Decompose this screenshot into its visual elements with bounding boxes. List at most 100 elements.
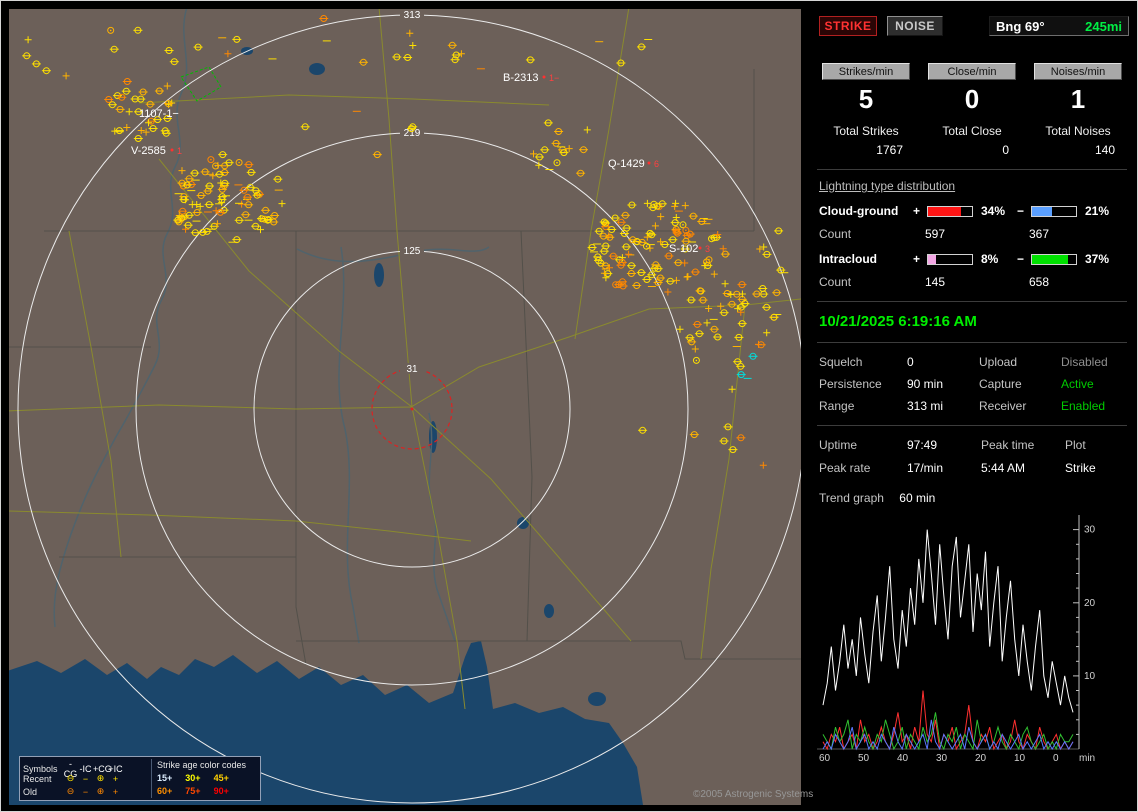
age-code: 30+ — [185, 773, 201, 783]
divider — [817, 425, 1127, 426]
legend-age-section: Strike age color codes 15+ 30+ 45+ 60+ 75+ 9… — [151, 759, 257, 798]
total-noises-label: Total Noises — [1045, 124, 1111, 138]
trend-x-tick: 0 — [1053, 753, 1059, 764]
legend-symbol: + — [112, 786, 119, 797]
svg-text:125: 125 — [404, 246, 421, 257]
rate-col-close: Close/min 0 Total Close 0 — [919, 63, 1025, 157]
total-strikes-value: 1767 — [876, 143, 903, 157]
rate-col-strikes: Strikes/min 5 Total Strikes 1767 — [813, 63, 919, 157]
trend-x-axis-labels: 60 50 40 30 20 10 0 min — [817, 753, 1117, 767]
legend-symbols-section: Symbols -CG -IC +CG +IC Recent ⊖ − ⊕ + Old … — [23, 759, 151, 798]
persistence-label: Persistence — [819, 377, 882, 391]
strike-map[interactable]: 125 219 313 31 B-2313 1− 1107-1− V-2585 1 Q-1429 6… — [9, 9, 801, 805]
minus-sign: − — [1017, 252, 1025, 266]
strikes-per-min-value: 5 — [858, 84, 874, 114]
squelch-value: 0 — [907, 355, 914, 369]
cg-count-label: Count — [819, 227, 852, 241]
svg-text:313: 313 — [404, 10, 421, 21]
rate-col-noises: Noises/min 1 Total Noises 140 — [1025, 63, 1131, 157]
svg-text:1107-1−: 1107-1− — [139, 108, 179, 120]
upload-status: Disabled — [1061, 355, 1108, 369]
strike-map-canvas[interactable]: 12521931331B-2313 1−1107-1−V-2585 1Q-1429 6… — [9, 9, 801, 805]
svg-text:3: 3 — [705, 244, 710, 254]
ic-plus-gauge — [927, 253, 973, 265]
total-strikes-label: Total Strikes — [833, 124, 899, 138]
upload-label: Upload — [979, 355, 1018, 369]
total-noises-value: 140 — [1094, 143, 1115, 157]
intracloud-row: Intracloud + 8% − 37% — [819, 252, 1131, 266]
bearing-range: 245mi — [1085, 18, 1122, 34]
trend-x-tick: 50 — [858, 753, 870, 764]
close-per-min-header[interactable]: Close/min — [928, 63, 1016, 80]
age-code: 90+ — [213, 786, 229, 796]
plus-sign: + — [913, 252, 921, 266]
legend-symbol: ⊖ — [66, 773, 75, 783]
range-label: Range — [819, 399, 855, 413]
ic-plus-count: 145 — [925, 275, 946, 289]
ic-minus-count: 658 — [1029, 275, 1050, 289]
ic-plus-percent: 8% — [981, 252, 999, 266]
trend-graph-canvas: 10 20 30 — [817, 515, 1096, 751]
trend-graph-label: Trend graph — [819, 491, 884, 505]
legend-symbol: + — [112, 773, 119, 784]
trend-graph: 10 20 30 60 50 40 30 20 10 0 min — [817, 515, 1123, 771]
legend-symbol: ⊖ — [66, 786, 75, 796]
peak-rate-label: Peak rate — [819, 461, 871, 475]
app-window: 125 219 313 31 B-2313 1− 1107-1− V-2585 1 Q-1429 6… — [0, 0, 1138, 812]
cg-minus-count: 367 — [1029, 227, 1050, 241]
svg-text:1−: 1− — [549, 73, 559, 83]
age-code: 60+ — [157, 786, 173, 796]
legend-symbol: − — [82, 786, 89, 797]
svg-text:1: 1 — [177, 146, 182, 156]
noises-per-min-header[interactable]: Noises/min — [1034, 63, 1122, 80]
bearing-box: Bng 69° 245mi — [989, 16, 1129, 36]
capture-status: Active — [1061, 377, 1094, 391]
cg-plus-percent: 34% — [981, 204, 1006, 218]
minus-sign: − — [1017, 204, 1025, 218]
rates-row: Strikes/min 5 Total Strikes 1767 Close/m… — [813, 63, 1131, 157]
trend-x-tick: 60 — [819, 753, 831, 764]
strikes-per-min-header[interactable]: Strikes/min — [822, 63, 910, 80]
legend-symbol: ⊕ — [96, 773, 105, 783]
divider — [817, 301, 1127, 302]
legend-age-row-recent: 15+ 30+ 45+ — [157, 772, 257, 785]
legend-symbol: − — [82, 773, 89, 784]
cg-plus-gauge — [927, 205, 973, 217]
noise-button[interactable]: NOISE — [887, 16, 943, 36]
receiver-status: Enabled — [1061, 399, 1106, 413]
total-close-value: 0 — [1002, 143, 1009, 157]
ic-count-label: Count — [819, 275, 852, 289]
receiver-label: Receiver — [979, 399, 1027, 413]
divider — [817, 342, 1127, 343]
stats-grid: Uptime 97:49 Peak time Plot Peak rate 17… — [819, 438, 1131, 475]
divider — [817, 169, 1127, 170]
plus-sign: + — [913, 204, 921, 218]
distribution-title: Lightning type distribution — [819, 179, 956, 193]
close-per-min-value: 0 — [964, 84, 980, 114]
uptime-label: Uptime — [819, 438, 858, 452]
legend-header-row: Symbols -CG -IC +CG +IC — [23, 759, 151, 779]
plot-value: Strike — [1065, 461, 1096, 475]
svg-text:V-2585: V-2585 — [131, 145, 166, 157]
svg-text:Q-1429: Q-1429 — [608, 158, 645, 170]
copyright-text: ©2005 Astrogenic Systems — [693, 789, 814, 800]
age-code: 45+ — [213, 773, 229, 783]
trend-x-tick: 30 — [936, 753, 948, 764]
strike-button[interactable]: STRIKE — [819, 16, 877, 36]
capture-label: Capture — [979, 377, 1022, 391]
peak-time-label: Peak time — [981, 438, 1035, 452]
squelch-label: Squelch — [819, 355, 863, 369]
svg-text:6: 6 — [654, 159, 659, 169]
trend-graph-row: Trend graph 60 min — [819, 491, 1131, 505]
panel-top-row: STRIKE NOISE Bng 69° 245mi — [819, 15, 1129, 37]
legend-age-title: Strike age color codes — [157, 760, 247, 770]
legend-symbols-title: Symbols — [23, 764, 58, 774]
trend-x-tick: 10 — [1014, 753, 1026, 764]
cg-minus-percent: 21% — [1085, 204, 1110, 218]
peak-rate-value: 17/min — [907, 461, 944, 475]
legend-age-row-old: 60+ 75+ 90+ — [157, 785, 257, 798]
total-close-label: Total Close — [942, 124, 1002, 138]
settings-grid: Squelch 0 Upload Disabled Persistence 90… — [819, 355, 1131, 413]
bearing-label: Bng 69° — [996, 18, 1045, 34]
noises-per-min-value: 1 — [1070, 84, 1086, 114]
